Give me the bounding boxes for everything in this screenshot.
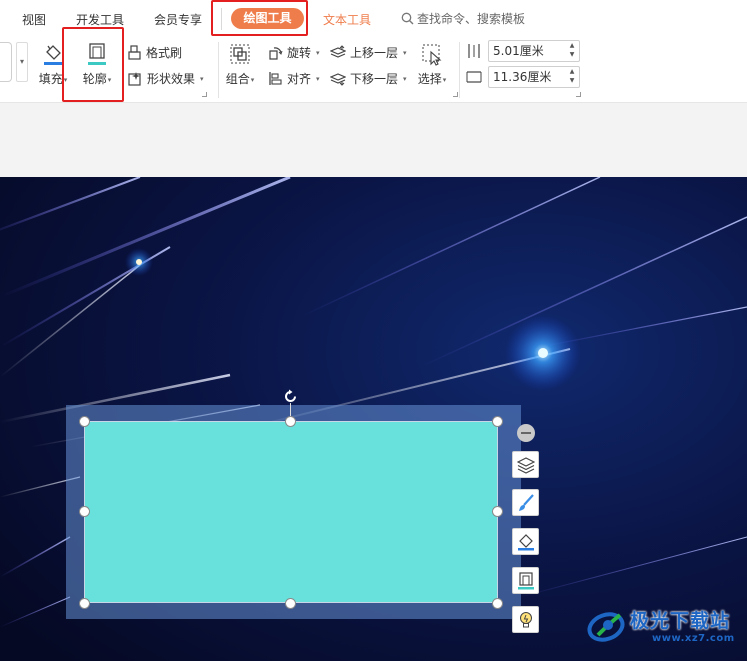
height-field[interactable]: 5.01厘米 ▲ ▼ <box>488 40 580 62</box>
drawing-tools-ribbon: ▾ 填充▾ 轮廓▾ 格式刷 形状效果 ▾ 组合▾ 旋转 ▾ 对齐 ▾ 上移一层 … <box>0 27 747 102</box>
size-launcher[interactable] <box>576 92 581 97</box>
outline-button[interactable]: 轮廓▾ <box>78 42 116 87</box>
height-spinner[interactable]: ▲ ▼ <box>567 41 577 61</box>
align-label: 对齐 <box>287 72 312 86</box>
paint-bucket-icon <box>44 45 62 65</box>
watermark-title: 极光下载站 <box>630 610 731 632</box>
layers-icon <box>517 457 535 474</box>
width-row: 11.36厘米 ▲ ▼ <box>466 66 580 88</box>
resize-handle-top[interactable] <box>285 416 296 427</box>
resize-handle-bottom[interactable] <box>285 598 296 609</box>
shape-effects-label: 形状效果 <box>147 72 196 86</box>
resize-handle-right[interactable] <box>492 506 503 517</box>
resize-handle-left[interactable] <box>79 506 90 517</box>
group-icon <box>230 44 250 64</box>
bring-forward-icon <box>330 45 346 58</box>
format-painter-label: 格式刷 <box>146 46 183 60</box>
outline-icon <box>518 572 534 590</box>
resize-handle-top-left[interactable] <box>79 416 90 427</box>
document-gap <box>0 102 747 177</box>
collapse-toolbar-button[interactable] <box>517 424 535 442</box>
rotate-button[interactable]: 旋转 ▾ <box>268 44 320 61</box>
tab-view[interactable]: 视图 <box>22 11 46 28</box>
tab-divider <box>221 8 222 30</box>
send-backward-icon <box>330 73 346 86</box>
layers-button[interactable] <box>512 451 539 478</box>
group-button[interactable]: 组合▾ <box>222 42 258 87</box>
selected-rectangle-shape[interactable] <box>84 421 498 603</box>
width-field[interactable]: 11.36厘米 ▲ ▼ <box>488 66 580 88</box>
bring-forward-label: 上移一层 <box>350 46 399 60</box>
quick-outline-button[interactable] <box>512 567 539 594</box>
arrange-launcher[interactable] <box>453 92 458 97</box>
select-cursor-icon <box>422 44 442 66</box>
format-painter-button[interactable]: 格式刷 <box>128 44 182 61</box>
ribbon-separator <box>459 42 460 98</box>
watermark-url: www.xz7.com <box>652 633 735 644</box>
send-backward-label: 下移一层 <box>350 72 399 86</box>
rotate-icon <box>269 47 283 60</box>
width-value: 11.36厘米 <box>493 70 552 84</box>
bring-forward-button[interactable]: 上移一层 ▾ <box>330 44 407 61</box>
send-backward-button[interactable]: 下移一层 ▾ <box>330 70 407 87</box>
style-brush-button[interactable] <box>512 489 539 516</box>
select-button[interactable]: 选择▾ <box>414 42 450 87</box>
shape-style-preview[interactable] <box>0 42 12 82</box>
search-label: 查找命令、搜索模板 <box>417 12 526 26</box>
shape-effects-button[interactable]: 形状效果 ▾ <box>128 70 204 87</box>
width-spinner[interactable]: ▲ ▼ <box>567 67 577 87</box>
search-icon <box>401 12 414 25</box>
quick-fill-button[interactable] <box>512 528 539 555</box>
shape-style-dropdown[interactable]: ▾ <box>16 42 28 82</box>
align-icon <box>269 72 282 85</box>
resize-handle-top-right[interactable] <box>492 416 503 427</box>
site-watermark: 极光下载站 www.xz7.com <box>586 605 735 645</box>
shape-effects-icon <box>128 72 141 86</box>
tab-text-tools[interactable]: 文本工具 <box>323 11 371 28</box>
resize-handle-bottom-right[interactable] <box>492 598 503 609</box>
height-value: 5.01厘米 <box>493 44 544 58</box>
menu-tab-bar: 视图 开发工具 会员专享 绘图工具 文本工具 查找命令、搜索模板 <box>0 0 747 36</box>
group-label: 组合 <box>225 72 250 86</box>
rotate-label: 旋转 <box>287 46 312 60</box>
width-icon <box>466 71 482 83</box>
smart-suggestion-button[interactable] <box>512 606 539 633</box>
brush-icon <box>519 494 534 511</box>
paint-bucket-icon <box>518 534 534 551</box>
outline-label: 轮廓 <box>82 72 107 86</box>
tab-member-exclusive[interactable]: 会员专享 <box>154 11 202 28</box>
command-search[interactable]: 查找命令、搜索模板 <box>401 10 525 27</box>
height-icon <box>468 44 480 58</box>
shape-style-launcher[interactable] <box>202 92 207 97</box>
align-button[interactable]: 对齐 ▾ <box>268 70 320 87</box>
select-label: 选择 <box>417 72 442 86</box>
ribbon-separator <box>218 42 219 98</box>
fill-label: 填充 <box>38 72 63 86</box>
outline-icon <box>88 43 106 65</box>
watermark-logo-icon <box>587 612 625 642</box>
tab-drawing-tools[interactable]: 绘图工具 <box>231 8 304 29</box>
format-painter-icon <box>128 45 141 60</box>
resize-handle-bottom-left[interactable] <box>79 598 90 609</box>
height-row: 5.01厘米 ▲ ▼ <box>466 40 580 62</box>
rotate-handle-icon[interactable] <box>282 388 299 405</box>
fill-button[interactable]: 填充▾ <box>36 42 70 87</box>
tab-developer-tools[interactable]: 开发工具 <box>76 11 124 28</box>
lightbulb-icon <box>520 612 532 628</box>
